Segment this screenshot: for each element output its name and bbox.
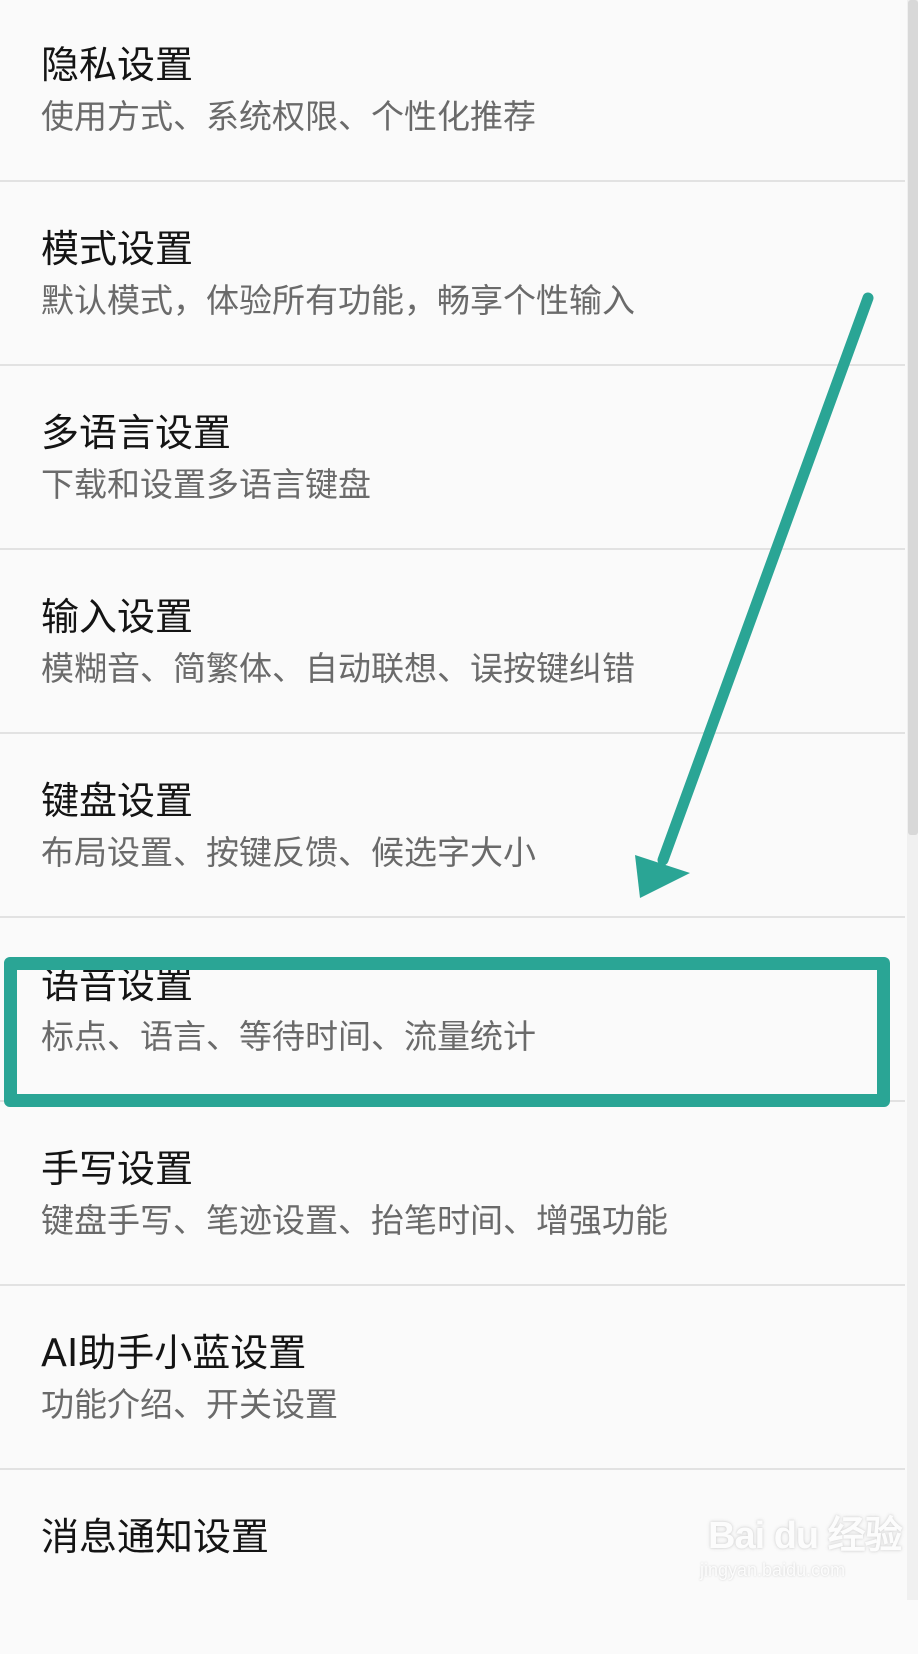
mode-settings-item[interactable]: 模式设置 默认模式，体验所有功能，畅享个性输入: [0, 184, 905, 366]
item-subtitle: 使用方式、系统权限、个性化推荐: [41, 97, 536, 136]
item-title: 手写设置: [41, 1147, 194, 1191]
item-title: 消息通知设置: [41, 1515, 270, 1559]
item-subtitle: 功能介绍、开关设置: [41, 1385, 338, 1424]
item-title: 键盘设置: [41, 779, 194, 823]
item-title: AI助手小蓝设置: [41, 1331, 307, 1375]
handwriting-settings-item[interactable]: 手写设置 键盘手写、笔迹设置、抬笔时间、增强功能: [0, 1104, 905, 1286]
item-title: 模式设置: [41, 227, 194, 271]
item-title: 隐私设置: [41, 43, 194, 87]
settings-list: 隐私设置 使用方式、系统权限、个性化推荐 模式设置 默认模式，体验所有功能，畅享…: [0, 0, 918, 1654]
voice-settings-item[interactable]: 语音设置 标点、语言、等待时间、流量统计: [0, 920, 905, 1102]
item-title: 输入设置: [41, 595, 194, 639]
item-subtitle: 布局设置、按键反馈、候选字大小: [41, 833, 536, 872]
privacy-settings-item[interactable]: 隐私设置 使用方式、系统权限、个性化推荐: [0, 0, 905, 182]
scrollbar-thumb[interactable]: [908, 0, 918, 835]
item-subtitle: 默认模式，体验所有功能，畅享个性输入: [41, 281, 635, 320]
item-title: 多语言设置: [41, 411, 232, 455]
item-subtitle: 模糊音、简繁体、自动联想、误按键纠错: [41, 649, 635, 688]
item-subtitle: 标点、语言、等待时间、流量统计: [41, 1017, 536, 1056]
item-subtitle: 键盘手写、笔迹设置、抬笔时间、增强功能: [41, 1201, 668, 1240]
ai-assistant-settings-item[interactable]: AI助手小蓝设置 功能介绍、开关设置: [0, 1288, 905, 1470]
item-title: 语音设置: [41, 963, 194, 1007]
keyboard-settings-item[interactable]: 键盘设置 布局设置、按键反馈、候选字大小: [0, 736, 905, 918]
multilanguage-settings-item[interactable]: 多语言设置 下载和设置多语言键盘: [0, 368, 905, 550]
item-subtitle: 下载和设置多语言键盘: [41, 465, 371, 504]
notification-settings-item[interactable]: 消息通知设置: [0, 1472, 905, 1654]
input-settings-item[interactable]: 输入设置 模糊音、简繁体、自动联想、误按键纠错: [0, 552, 905, 734]
